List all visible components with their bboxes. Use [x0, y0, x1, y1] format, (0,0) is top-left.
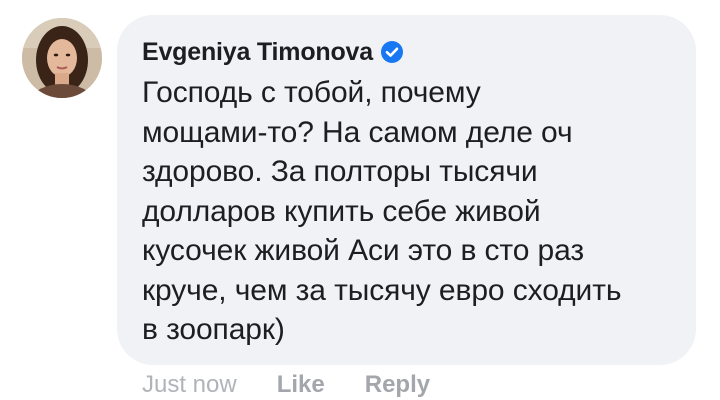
comment-actions: Just now Like Reply: [142, 368, 470, 400]
author-name[interactable]: Evgeniya Timonova: [142, 38, 373, 67]
reply-button[interactable]: Reply: [365, 371, 430, 399]
comment-text: Господь с тобой, почему мощами-то? На са…: [142, 76, 622, 346]
timestamp[interactable]: Just now: [142, 371, 237, 399]
verified-badge-icon: [380, 41, 403, 63]
comment: Evgeniya Timonova Господь с тобой, почем…: [0, 0, 720, 400]
comment-bubble: Evgeniya Timonova Господь с тобой, почем…: [117, 15, 696, 365]
author-row: Evgeniya Timonova: [142, 35, 672, 69]
avatar[interactable]: [22, 18, 102, 98]
user-avatar-icon: [22, 18, 102, 98]
like-button[interactable]: Like: [277, 371, 325, 399]
